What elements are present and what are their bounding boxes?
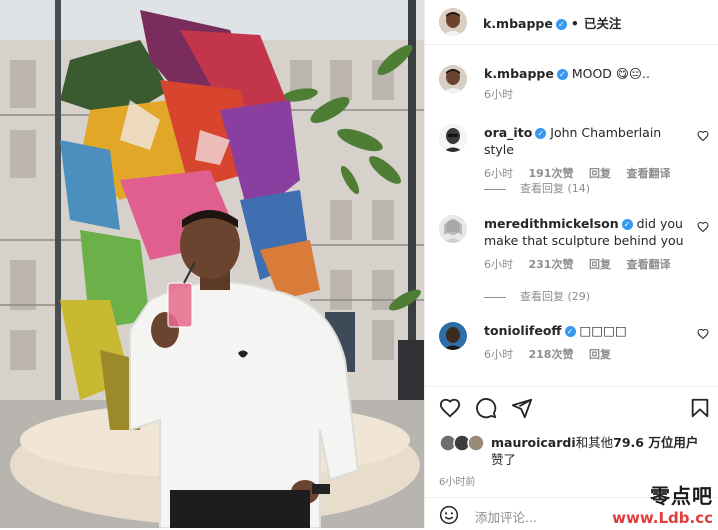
comment-body: meredithmickelson ✓ did you make that scu… — [484, 215, 694, 273]
reply-button[interactable]: 回复 — [589, 167, 611, 180]
comment-icon[interactable] — [475, 397, 497, 419]
separator-dot: • — [570, 16, 579, 31]
view-replies-button[interactable]: 查看回复 (14) — [484, 180, 590, 196]
replies-divider — [484, 296, 506, 298]
comment-item: meredithmickelson ✓ did you make that scu… — [439, 215, 709, 310]
likes-count[interactable]: 79.6 万位用户 — [613, 435, 698, 450]
avatar-face-illustration — [439, 65, 467, 93]
comment-meta: 6小时 218次赞 回复 — [484, 346, 694, 363]
translate-button[interactable]: 查看翻译 — [626, 258, 670, 271]
comment-time: 6小时 — [484, 348, 513, 361]
caption-username[interactable]: k.mbappe — [484, 66, 554, 81]
reply-button[interactable]: 回复 — [589, 348, 611, 361]
caption-emojis: 😋😑.. — [615, 66, 650, 81]
liker-username[interactable]: mauroicardi — [491, 435, 576, 450]
post-header: k.mbappe ✓ • 已关注 — [425, 0, 718, 45]
avatar-illustration — [439, 322, 467, 350]
likes-summary: mauroicardi和其他79.6 万位用户赞了 — [439, 434, 709, 468]
author-avatar[interactable] — [439, 8, 467, 36]
comment-item: ora_ito ✓ John Chamberlain style 6小时 191次… — [439, 124, 709, 204]
comment-username[interactable]: toniolifeoff — [484, 323, 562, 338]
comment-text: □□□□ — [579, 323, 627, 338]
comment-body: toniolifeoff ✓ □□□□ 6小时 218次赞 回复 — [484, 322, 694, 363]
replies-divider — [484, 188, 506, 190]
verified-badge-icon: ✓ — [555, 19, 567, 30]
watermark-url: www.Ldb.cc — [612, 509, 713, 527]
caption-meta: 6小时 — [484, 86, 694, 103]
comment-input[interactable]: 添加评论... — [475, 507, 537, 526]
verified-badge-icon: ✓ — [556, 69, 568, 80]
comment-like-heart-icon[interactable] — [697, 130, 709, 142]
translate-button[interactable]: 查看翻译 — [626, 167, 670, 180]
comment-like-heart-icon[interactable] — [697, 221, 709, 233]
comment-time: 6小时 — [484, 258, 513, 271]
comment-body: ora_ito ✓ John Chamberlain style 6小时 191次… — [484, 124, 694, 182]
comment-username[interactable]: ora_ito — [484, 125, 532, 140]
comment-item: toniolifeoff ✓ □□□□ 6小时 218次赞 回复 — [439, 322, 709, 372]
caption-body: k.mbappe ✓ MOOD 😋😑.. 6小时 — [484, 65, 694, 103]
verified-badge-icon: ✓ — [564, 326, 576, 337]
watermark-title: 零点吧 — [650, 484, 713, 508]
view-replies-button[interactable]: 查看回复 (29) — [484, 288, 590, 304]
likes-middle: 和其他 — [575, 435, 614, 450]
comment-like-heart-icon[interactable] — [697, 328, 709, 340]
avatar-face-illustration — [439, 8, 467, 36]
comment-meta: 6小时 231次赞 回复 查看翻译 — [484, 256, 694, 273]
post-photo — [0, 0, 424, 528]
likes-suffix: 赞了 — [491, 452, 517, 467]
comment-avatar[interactable] — [439, 124, 467, 152]
like-heart-icon[interactable] — [439, 397, 461, 419]
verified-badge-icon: ✓ — [535, 128, 547, 139]
view-replies-label[interactable]: 查看回复 (14) — [520, 182, 590, 195]
caption-time: 6小时 — [484, 88, 513, 101]
comment-avatar[interactable] — [439, 322, 467, 350]
follow-status-button[interactable]: 已关注 — [584, 16, 622, 31]
caption-avatar[interactable] — [439, 65, 467, 93]
avatar-illustration — [439, 124, 467, 152]
post-actions: mauroicardi和其他79.6 万位用户赞了 6小时前 添加评论... 零… — [425, 386, 718, 529]
liker-avatars[interactable] — [439, 434, 489, 452]
comment-likes[interactable]: 191次赞 — [529, 167, 574, 180]
bookmark-icon[interactable] — [689, 397, 711, 419]
comment-avatar[interactable] — [439, 215, 467, 243]
comments-list: k.mbappe ✓ MOOD 😋😑.. 6小时 ora_ito ✓ John … — [425, 45, 718, 385]
comment-time: 6小时 — [484, 167, 513, 180]
caption-text: MOOD — [571, 66, 612, 81]
post-sidebar: k.mbappe ✓ • 已关注 k.mbappe ✓ MOOD 😋😑.. 6小… — [424, 0, 718, 528]
author-username[interactable]: k.mbappe — [483, 16, 553, 31]
avatar-illustration — [439, 215, 467, 243]
comment-likes[interactable]: 231次赞 — [529, 258, 574, 271]
post-time: 6小时前 — [439, 477, 476, 488]
verified-badge-icon: ✓ — [621, 219, 633, 230]
share-icon[interactable] — [511, 397, 533, 419]
comment-username[interactable]: meredithmickelson — [484, 216, 619, 231]
reply-button[interactable]: 回复 — [589, 258, 611, 271]
view-replies-label[interactable]: 查看回复 (29) — [520, 290, 590, 303]
emoji-icon[interactable] — [439, 505, 459, 525]
photo-illustration — [0, 0, 424, 528]
comment-likes[interactable]: 218次赞 — [529, 348, 574, 361]
likes-text: mauroicardi和其他79.6 万位用户赞了 — [491, 434, 709, 468]
watermark: 零点吧 www.Ldb.cc — [612, 480, 713, 527]
header-line: k.mbappe ✓ • 已关注 — [483, 13, 621, 32]
